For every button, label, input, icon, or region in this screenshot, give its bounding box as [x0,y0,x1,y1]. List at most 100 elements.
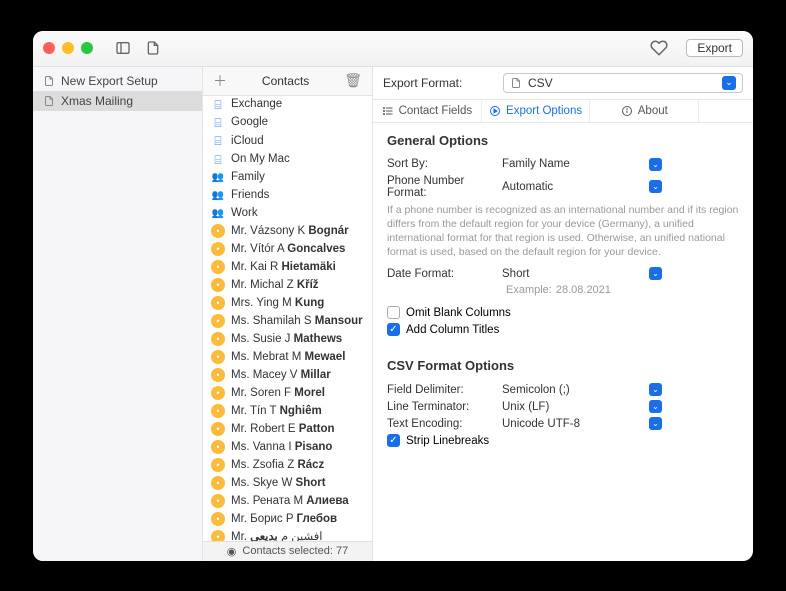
contact-row[interactable]: •Ms. Skye W Short [203,474,372,492]
contact-row[interactable]: •Mr. Kai R Hietamäki [203,258,372,276]
contact-row[interactable]: • Ms. Shamilah S Mansour [203,312,372,330]
contact-row[interactable]: •Mr. Vázsony K Bognár [203,222,372,240]
add-titles-label: Add Column Titles [406,324,499,336]
avatar-icon: • [211,512,225,526]
contact-row[interactable]: •Mr. Michal Z Kříž [203,276,372,294]
window-controls [43,42,93,54]
contacts-group-row[interactable]: ⌸iCloud [203,132,372,150]
chevron-updown-icon: ⌄ [649,400,662,413]
settings-tabs: Contact Fields Export Options About [373,100,753,123]
contact-name: Mr. Vítór A Goncalves [231,243,345,257]
avatar-icon: • [211,296,225,310]
contact-name: Ms. Skye W Short [231,477,326,491]
heart-icon[interactable] [650,39,668,57]
export-format-select[interactable]: CSV ⌄ [503,73,743,93]
tray-icon: ⌸ [211,116,225,130]
group-label: Exchange [231,98,282,112]
tab-empty [699,100,753,122]
add-contact-button[interactable]: ＋ [211,71,229,91]
tab-contact-fields[interactable]: Contact Fields [373,100,482,122]
phone-format-value: Automatic [502,181,649,193]
export-format-value: CSV [528,76,553,90]
phone-format-select[interactable]: Automatic ⌄ [502,180,662,193]
group-label: Friends [231,189,269,203]
contact-name: Mr. افشین م بدیعی [231,531,322,541]
group-label: iCloud [231,135,264,149]
contacts-header: ＋ Contacts 🗑 [203,67,372,96]
add-titles-checkbox[interactable]: ✓ [387,323,400,336]
contacts-group-row[interactable]: 👥 Friends [203,187,372,205]
strip-linebreaks-checkbox[interactable]: ✓ [387,434,400,447]
contacts-list[interactable]: ⌸Exchange⌸Google⌸iCloud⌸On My Mac👥Family… [203,96,372,541]
strip-linebreaks-label: Strip Linebreaks [406,435,489,447]
contact-row[interactable]: •Mr. Soren F Morel [203,384,372,402]
phone-format-note: If a phone number is recognized as an in… [387,201,739,266]
tab-export-options[interactable]: Export Options [482,100,591,122]
text-encoding-select[interactable]: Unicode UTF-8 ⌄ [502,417,662,430]
zoom-dot[interactable] [81,42,93,54]
list-icon [382,105,394,117]
date-format-select[interactable]: Short ⌄ [502,267,662,280]
contacts-group-row[interactable]: ⌸On My Mac [203,151,372,169]
avatar-icon: • [211,440,225,454]
contacts-group-row[interactable]: 👥Work [203,205,372,223]
avatar-icon: • [211,278,225,292]
document-icon[interactable] [145,40,161,56]
people-icon: 👥 [211,172,225,184]
contact-row[interactable]: •Mr. Tín T Nghiêm [203,402,372,420]
contact-row[interactable]: •Ms. Macey V Millar [203,366,372,384]
contact-row[interactable]: •Ms. Рената M Алиева [203,492,372,510]
contact-name: Mrs. Ying M Kung [231,297,324,311]
field-delimiter-select[interactable]: Semicolon (;) ⌄ [502,383,662,396]
play-circle-icon [489,105,501,117]
group-label: Work [231,207,258,221]
avatar-icon: • [211,422,225,436]
sidebar-toggle-icon[interactable] [115,40,131,56]
sort-by-value: Family Name [502,158,649,170]
contact-row[interactable]: •Ms. Zsofia Z Rácz [203,456,372,474]
contacts-group-row[interactable]: ⌸Exchange [203,96,372,114]
sidebar-item-xmas-mailing[interactable]: Xmas Mailing [33,91,202,111]
people-icon: 👥 [211,190,225,202]
contacts-group-row[interactable]: ⌸Google [203,114,372,132]
contact-name: Ms. Susie J Mathews [231,333,342,347]
delete-contact-button[interactable]: 🗑 [342,72,364,89]
titlebar: Export [33,31,753,67]
contact-name: Ms. Vanna I Pisano [231,441,332,455]
contact-row[interactable]: •Ms. Susie J Mathews [203,330,372,348]
export-format-row: Export Format: CSV ⌄ [373,67,753,100]
date-example-value: 28.08.2021 [556,284,611,296]
sidebar-item-new-export[interactable]: New Export Setup [33,71,202,91]
contact-name: Ms. Macey V Millar [231,369,331,383]
avatar-icon: • [211,260,225,274]
contacts-selected-count: Contacts selected: 77 [242,545,348,557]
tab-label: Contact Fields [399,105,473,117]
avatar-icon: • [211,314,225,328]
contact-row[interactable]: • Mr. افشین م بدیعی [203,528,372,540]
tab-about[interactable]: About [590,100,699,122]
contacts-footer: ◉ Contacts selected: 77 [203,541,372,561]
avatar-icon: • [211,530,225,540]
contacts-group-row[interactable]: 👥Family [203,169,372,187]
export-button[interactable]: Export [686,39,743,57]
contact-row[interactable]: •Ms. Mebrat M Mewael [203,348,372,366]
sort-by-label: Sort By: [387,158,502,170]
omit-blank-checkbox[interactable] [387,306,400,319]
tab-label: About [638,105,668,117]
sort-by-select[interactable]: Family Name ⌄ [502,158,662,171]
phone-format-label: Phone Number Format: [387,175,502,199]
contact-name: Ms. Shamilah S Mansour [231,315,363,329]
csv-options-section: CSV Format Options Field Delimiter: Semi… [373,348,753,459]
contact-row[interactable]: •Mr. Robert E Patton [203,420,372,438]
chevron-updown-icon: ⌄ [649,180,662,193]
contact-row[interactable]: •Mr. Борис P Глебов [203,510,372,528]
contact-row[interactable]: •Mr. Vítór A Goncalves [203,240,372,258]
contact-row[interactable]: • Ms. Vanna I Pisano [203,438,372,456]
eye-icon[interactable]: ◉ [227,545,237,558]
close-dot[interactable] [43,42,55,54]
general-options-section: General Options Sort By: Family Name ⌄ P… [373,123,753,349]
line-terminator-select[interactable]: Unix (LF) ⌄ [502,400,662,413]
tab-label: Export Options [506,105,582,117]
contact-row[interactable]: • Mrs. Ying M Kung [203,294,372,312]
minimize-dot[interactable] [62,42,74,54]
